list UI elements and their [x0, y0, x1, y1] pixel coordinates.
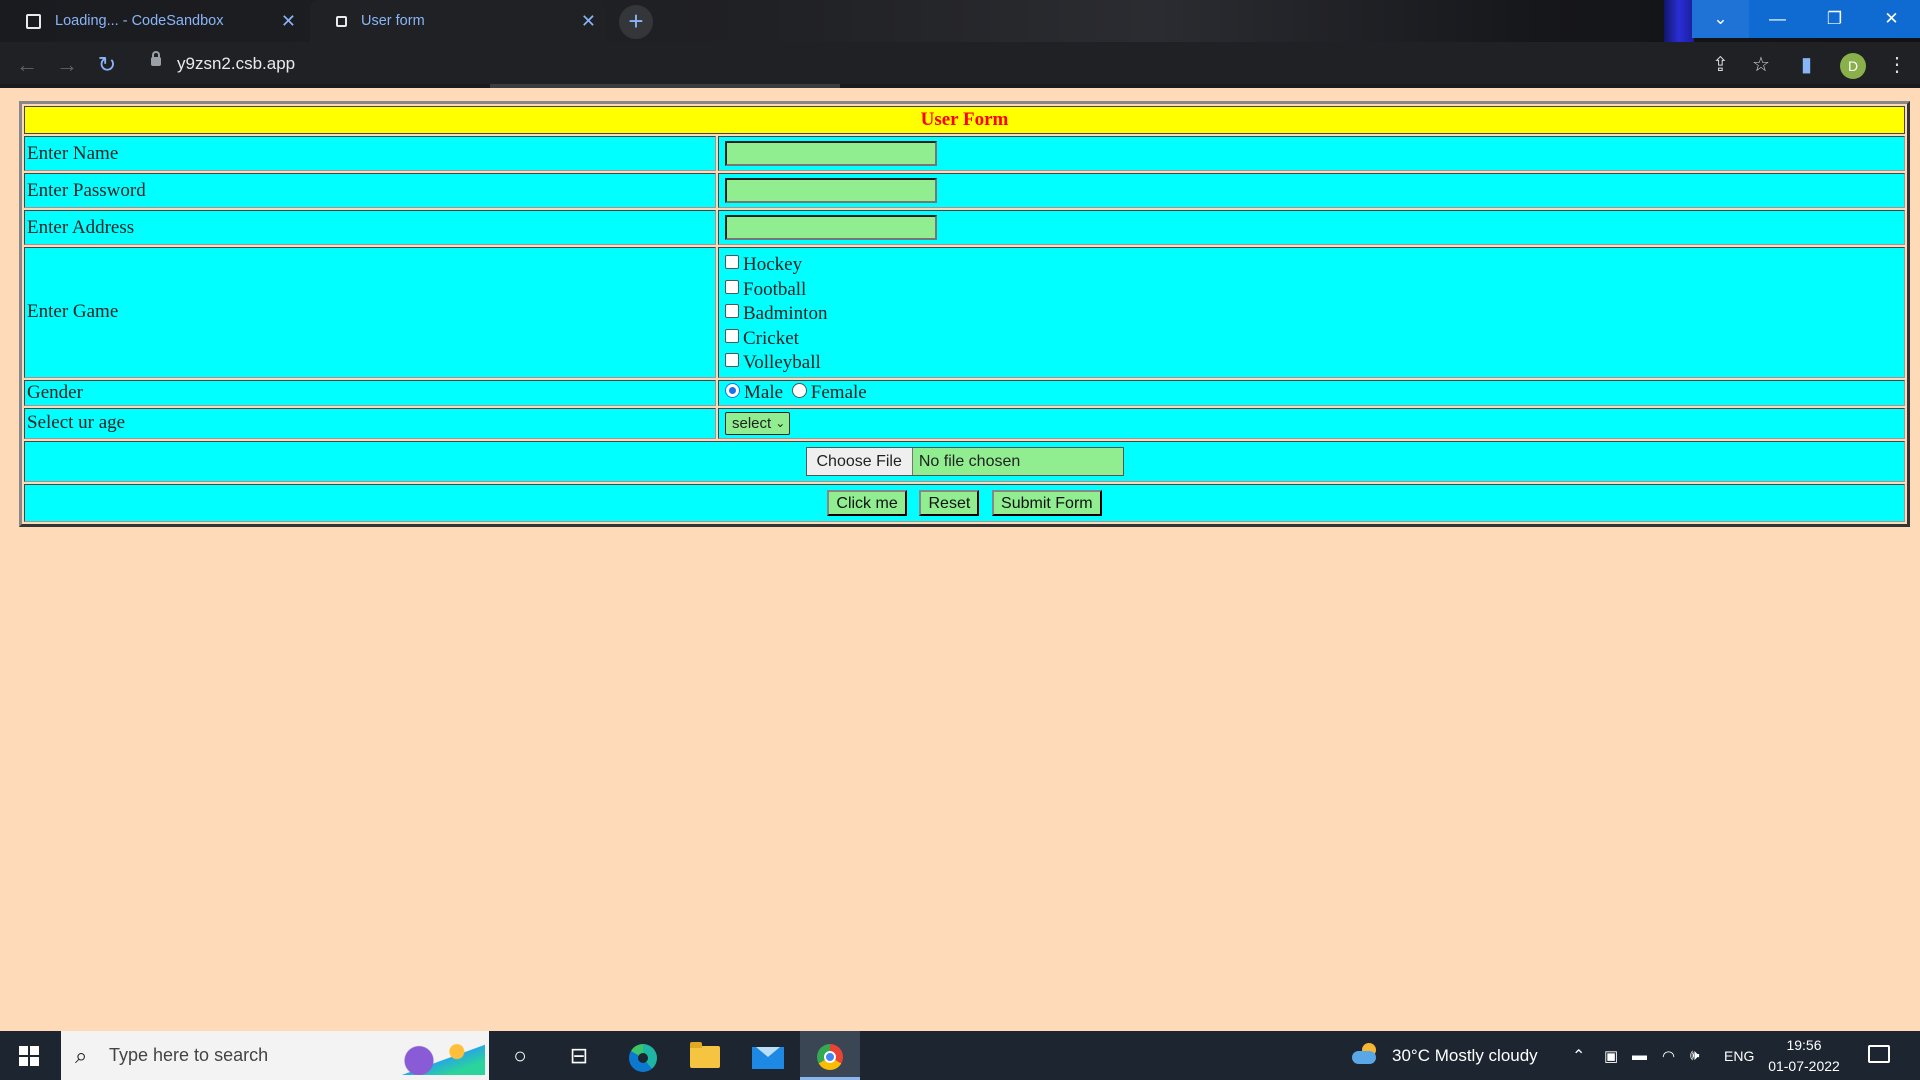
file-explorer-icon[interactable]	[690, 1042, 720, 1068]
checkbox[interactable]	[725, 328, 739, 343]
page-icon	[26, 13, 41, 29]
close-window-button[interactable]: ✕	[1863, 0, 1920, 38]
game-option-label: Cricket	[743, 327, 799, 349]
game-option-badminton[interactable]: Badminton	[725, 302, 1898, 327]
minimize-button[interactable]: —	[1749, 0, 1806, 38]
close-icon[interactable]: ✕	[281, 11, 296, 32]
checkbox[interactable]	[725, 279, 739, 294]
file-input[interactable]: Choose File No file chosen	[805, 446, 1124, 476]
submit-button[interactable]: Submit Form	[992, 489, 1102, 516]
notification-icon[interactable]	[1868, 1045, 1890, 1063]
wifi-icon[interactable]: ◠	[1662, 1031, 1675, 1080]
weather-icon[interactable]	[1352, 1043, 1378, 1065]
reload-icon[interactable]: ↻	[93, 52, 121, 80]
tab-title: User form	[361, 13, 425, 29]
game-checkbox-list: Hockey Football Badminton Cricket Volley…	[721, 249, 1902, 376]
tab-title: Loading... - CodeSandbox	[55, 13, 224, 29]
file-status: No file chosen	[918, 452, 1021, 470]
checkbox[interactable]	[725, 304, 739, 319]
close-icon[interactable]: ✕	[581, 11, 596, 32]
window-controls: ⌄ — ❐ ✕	[1692, 0, 1920, 38]
tab-user-form[interactable]: User form ✕	[310, 0, 606, 42]
volume-icon[interactable]: 🕪	[1690, 1031, 1699, 1080]
tab-search-button[interactable]: ⌄	[1692, 0, 1749, 38]
meet-icon[interactable]: ▣	[1604, 1031, 1618, 1080]
address-label: Enter Address	[24, 210, 716, 245]
avatar[interactable]: D	[1840, 53, 1866, 79]
checkbox[interactable]	[725, 353, 739, 368]
new-tab-button[interactable]: +	[619, 5, 653, 39]
address-bar[interactable]	[140, 48, 1760, 82]
page-body: User Form Enter Name Enter Password Ente…	[0, 88, 1920, 1031]
gender-radio-female[interactable]	[791, 382, 807, 398]
gender-radio-male[interactable]	[725, 382, 740, 398]
tab-strip: Loading... - CodeSandbox ✕ User form ✕ +…	[0, 0, 1920, 48]
reset-button[interactable]: Reset	[919, 489, 980, 516]
search-icon: ⌕	[75, 1043, 88, 1068]
lock-icon[interactable]	[151, 51, 161, 66]
gender-label: Gender	[24, 379, 716, 406]
taskbar: ⌕ Type here to search ○ ⊟ 30°C Mostly cl…	[0, 1031, 1920, 1080]
share-icon[interactable]: ⇪	[1712, 52, 1729, 77]
gender-option-label: Male	[744, 381, 784, 403]
game-label: Enter Game	[24, 247, 716, 378]
game-option-label: Hockey	[743, 254, 803, 275]
task-view-icon[interactable]: ⊟	[563, 1040, 595, 1072]
chrome-icon[interactable]	[817, 1044, 843, 1070]
menu-icon[interactable]: ⋮	[1887, 52, 1907, 77]
url-text[interactable]: y9zsn2.csb.app	[177, 54, 295, 74]
age-label: Select ur age	[24, 407, 716, 439]
cortana-icon[interactable]: ○	[504, 1040, 536, 1072]
form-title: User Form	[24, 106, 1905, 134]
search-placeholder: Type here to search	[109, 1045, 269, 1065]
windows-start-icon[interactable]	[19, 1046, 39, 1066]
game-option-label: Football	[743, 278, 807, 300]
clock-date: 01-07-2022	[1768, 1058, 1840, 1074]
user-form-table: User Form Enter Name Enter Password Ente…	[19, 101, 1910, 527]
forward-arrow-icon[interactable]: →	[53, 52, 81, 80]
page-icon	[336, 15, 347, 27]
tab-codesandbox[interactable]: Loading... - CodeSandbox ✕	[0, 0, 306, 42]
password-label: Enter Password	[24, 173, 716, 208]
clock[interactable]: 19:56 01-07-2022	[1766, 1035, 1842, 1077]
game-option-hockey[interactable]: Hockey	[725, 253, 1898, 278]
restore-button[interactable]: ❐	[1806, 0, 1863, 38]
background-decoration	[1664, 0, 1694, 48]
battery-icon[interactable]: ▬	[1632, 1031, 1647, 1080]
side-panel-icon[interactable]: ▮	[1801, 52, 1812, 77]
star-icon[interactable]: ☆	[1752, 52, 1770, 77]
game-option-label: Badminton	[743, 303, 828, 324]
age-select-value: select	[732, 414, 772, 432]
name-label: Enter Name	[24, 136, 716, 171]
age-select[interactable]: select ⌄	[725, 411, 791, 435]
mail-icon[interactable]	[752, 1047, 784, 1069]
clock-time: 19:56	[1786, 1037, 1822, 1053]
back-arrow-icon[interactable]: ←	[13, 52, 41, 80]
address-input[interactable]	[725, 215, 937, 240]
name-input[interactable]	[725, 141, 937, 166]
gender-option-label: Female	[810, 381, 867, 403]
search-highlight-icon	[397, 1039, 485, 1075]
game-option-cricket[interactable]: Cricket	[725, 327, 1898, 352]
game-option-label: Volleyball	[743, 352, 821, 373]
weather-text[interactable]: 30°C Mostly cloudy	[1392, 1031, 1538, 1080]
taskbar-search[interactable]: ⌕ Type here to search	[61, 1031, 489, 1080]
chevron-down-icon: ⌄	[775, 416, 786, 430]
game-option-football[interactable]: Football	[725, 278, 1898, 303]
click-me-button[interactable]: Click me	[827, 489, 907, 516]
checkbox[interactable]	[725, 255, 739, 270]
game-option-volleyball[interactable]: Volleyball	[725, 351, 1898, 376]
password-input[interactable]	[725, 178, 937, 203]
chevron-up-icon[interactable]: ⌃	[1572, 1031, 1585, 1080]
language-indicator[interactable]: ENG	[1724, 1031, 1754, 1080]
edge-icon[interactable]	[629, 1044, 657, 1072]
choose-file-button[interactable]: Choose File	[806, 447, 913, 475]
